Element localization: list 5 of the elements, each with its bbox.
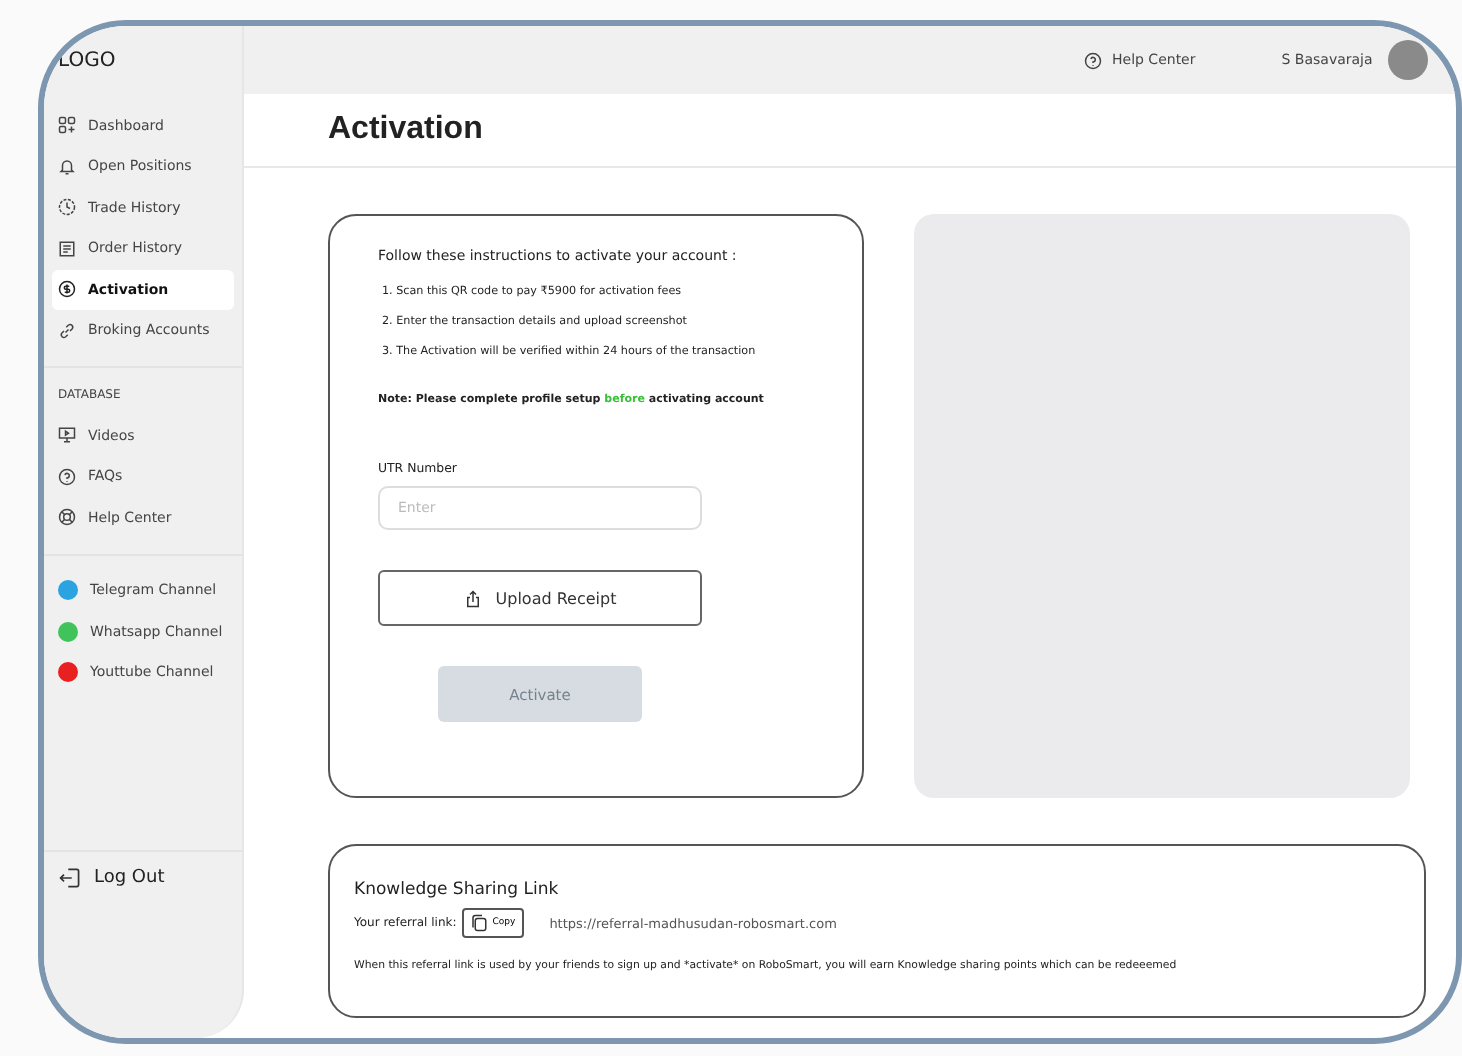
referral-title: Knowledge Sharing Link	[354, 880, 561, 900]
logo: LOGO	[56, 47, 118, 75]
upload-receipt-button[interactable]: Upload Receipt	[378, 570, 702, 626]
logout-button[interactable]: Log Out	[44, 859, 242, 898]
page-title: Activation	[328, 112, 483, 148]
